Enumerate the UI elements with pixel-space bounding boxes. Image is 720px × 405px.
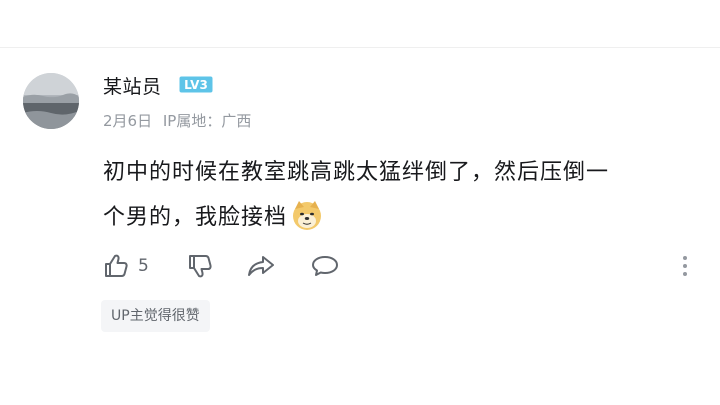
- comment-text-line-2-text: 个男的，我脸接档: [103, 205, 288, 230]
- avatar[interactable]: [23, 73, 79, 129]
- thumbs-down-icon: [189, 255, 212, 278]
- comment-text-line-2: 个男的，我脸接档: [103, 195, 703, 240]
- share-button[interactable]: [246, 251, 276, 281]
- speech-bubble-icon: [312, 256, 338, 276]
- dislike-button[interactable]: [186, 251, 214, 281]
- more-vertical-icon[interactable]: [680, 253, 690, 279]
- level-badge-text: LV3: [184, 78, 208, 92]
- comment-text-line-1: 初中的时候在教室跳高跳太猛绊倒了，然后压倒一: [103, 160, 610, 185]
- thumbs-up-icon: [105, 254, 128, 277]
- share-arrow-icon: [248, 256, 274, 276]
- up-liked-tag: UP主觉得很赞: [101, 300, 210, 332]
- doge-emoji-icon: [293, 201, 322, 230]
- like-button[interactable]: 5: [102, 251, 149, 281]
- comment-actions: 5: [100, 251, 700, 281]
- comment-meta: 2月6日 IP属地：广西: [103, 110, 257, 131]
- comment-date: 2月6日: [103, 112, 153, 130]
- top-divider: [0, 47, 720, 48]
- username[interactable]: 某站员: [103, 72, 162, 99]
- like-count: 5: [138, 256, 149, 276]
- comment-text: 初中的时候在教室跳高跳太猛绊倒了，然后压倒一 个男的，我脸接档: [103, 150, 703, 240]
- comment-page: 某站员 LV3 2月6日 IP属地：广西 初中的时候在教室跳高跳太猛绊倒了，然后…: [0, 0, 720, 405]
- level-badge-icon: LV3: [179, 76, 213, 93]
- reply-button[interactable]: [310, 251, 340, 281]
- ip-location: IP属地：广西: [162, 112, 252, 130]
